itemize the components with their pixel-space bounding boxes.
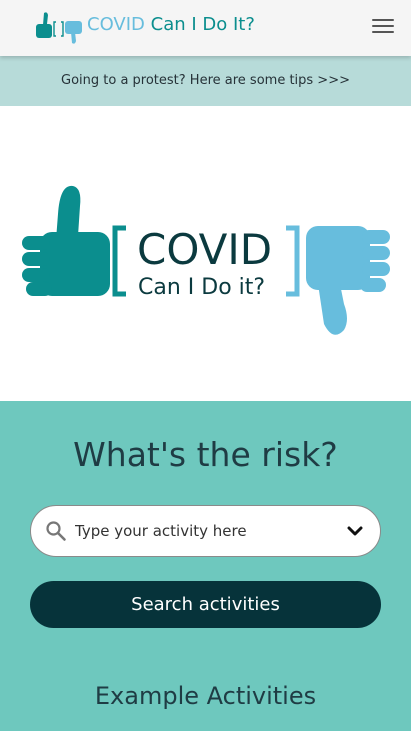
- menu-bar: [372, 25, 394, 27]
- app-header: COVID Can I Do It?: [0, 0, 411, 56]
- brand-name[interactable]: COVID Can I Do It?: [87, 14, 255, 35]
- hero-logo-line2: Can I Do it?: [138, 275, 265, 300]
- menu-bar: [372, 31, 394, 33]
- brand-logo-icon[interactable]: [34, 10, 84, 44]
- activity-search-box[interactable]: [30, 505, 381, 557]
- hero-section: COVID Can I Do it?: [0, 106, 411, 401]
- bracket-right: [61, 21, 64, 37]
- search-icon: [46, 521, 66, 541]
- example-activities-heading: Example Activities: [94, 682, 317, 710]
- thumbs-down-icon: [65, 21, 82, 44]
- activity-search-input[interactable]: [75, 514, 335, 548]
- bracket-right: [286, 225, 300, 297]
- search-activities-button[interactable]: Search activities: [30, 581, 381, 628]
- risk-title: What's the risk?: [73, 435, 338, 474]
- brand-rest: Can I Do It?: [144, 14, 255, 35]
- chevron-down-icon[interactable]: [347, 524, 363, 538]
- protest-tips-banner[interactable]: Going to a protest? Here are some tips >…: [0, 56, 411, 106]
- bracket-left: [53, 21, 56, 37]
- menu-bar: [372, 19, 394, 21]
- bracket-left: [112, 225, 126, 297]
- thumbs-down-icon: [306, 226, 390, 335]
- thumbs-up-icon: [36, 12, 52, 38]
- hero-logo-line1: COVID: [137, 225, 272, 274]
- brand-covid: COVID: [87, 14, 145, 35]
- risk-section: What's the risk? Search activities Examp…: [0, 401, 411, 731]
- menu-icon[interactable]: [372, 19, 394, 37]
- hero-logo: COVID Can I Do it?: [22, 185, 390, 335]
- thumbs-up-icon: [22, 185, 110, 296]
